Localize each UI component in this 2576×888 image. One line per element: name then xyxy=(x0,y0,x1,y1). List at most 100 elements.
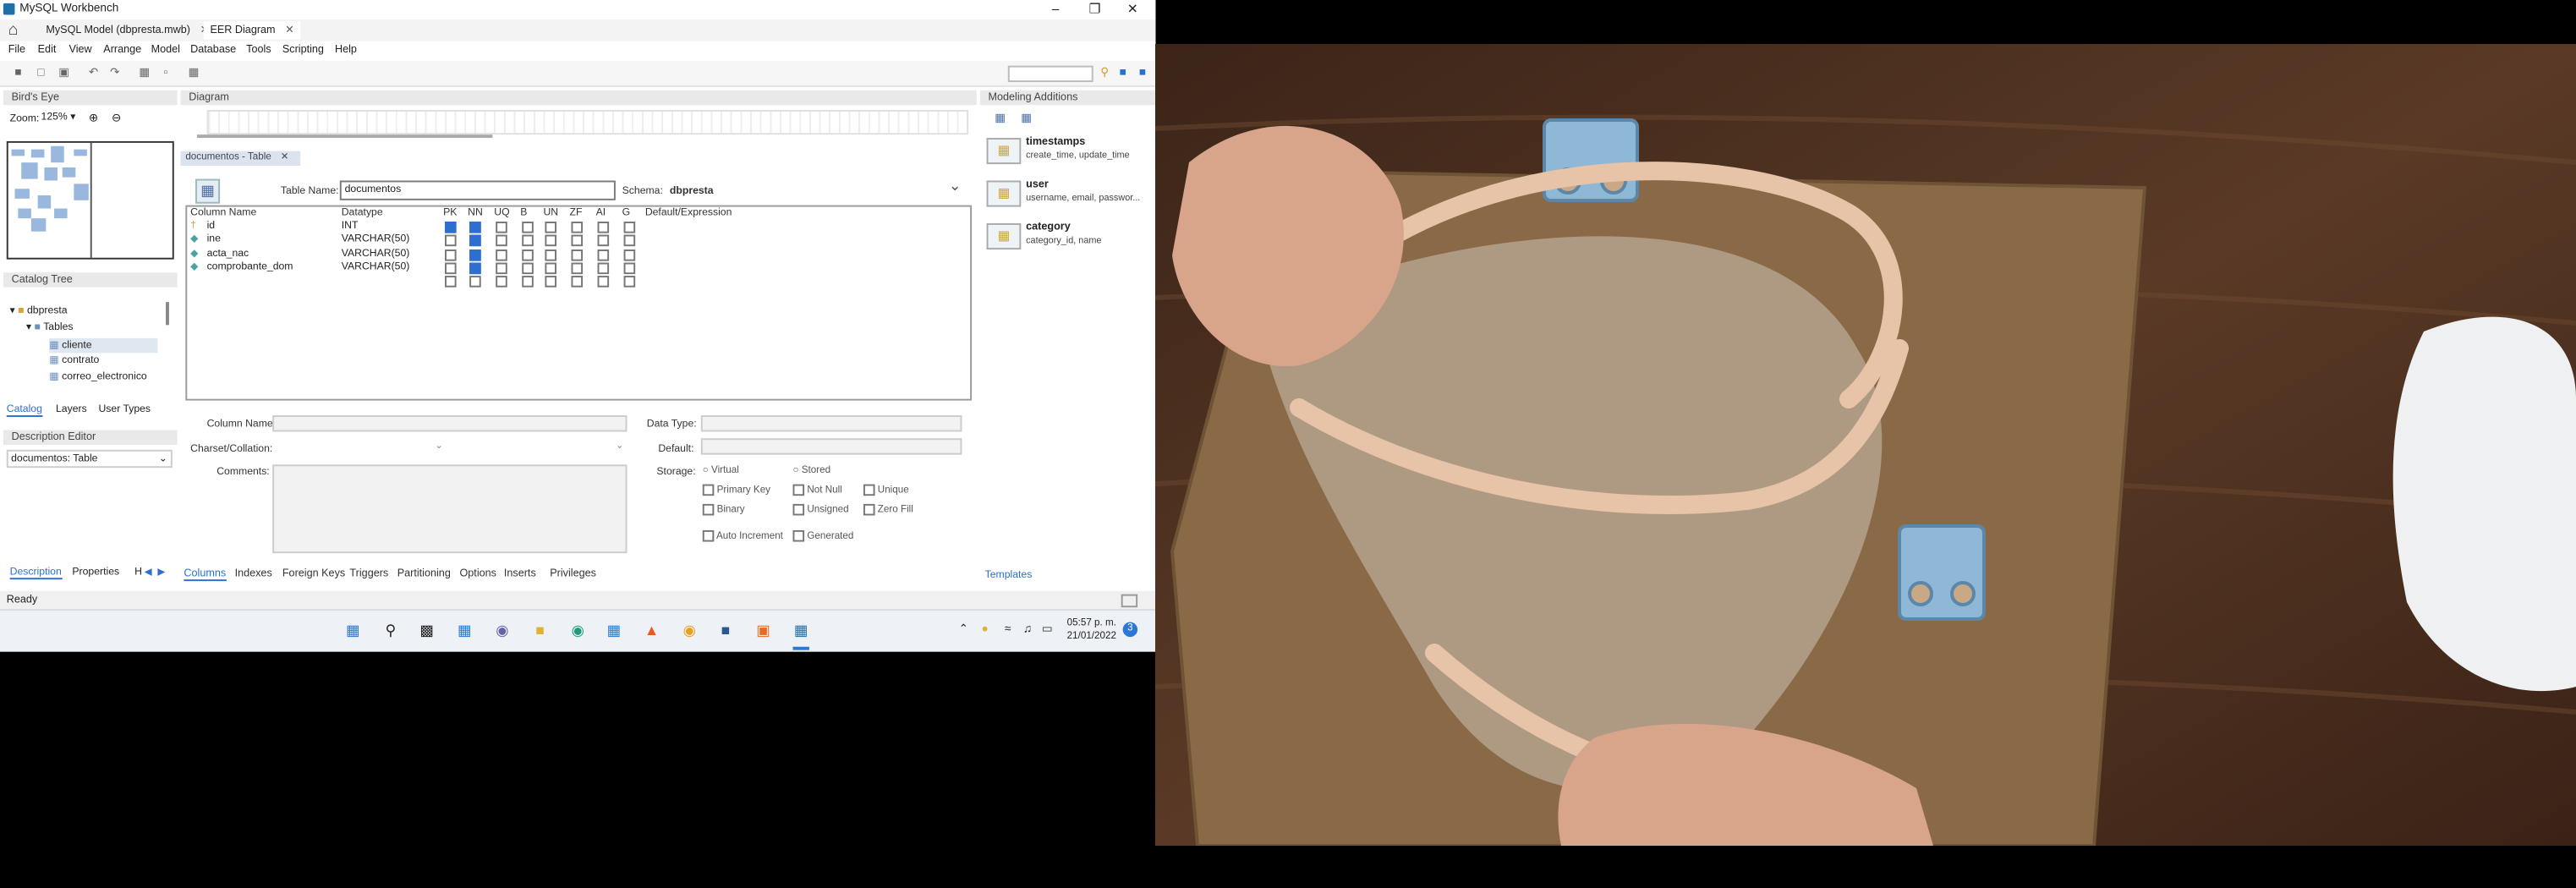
flag-checkbox[interactable] xyxy=(571,235,584,247)
chevron-up-icon[interactable]: ⌃ xyxy=(954,621,973,640)
notification-badge[interactable]: 3 xyxy=(1122,622,1138,638)
search-icon[interactable]: ⚲ xyxy=(381,621,400,640)
flag-checkbox[interactable] xyxy=(496,222,507,233)
flag-checkbox[interactable] xyxy=(522,222,534,233)
datatype-cell[interactable]: VARCHAR(50) xyxy=(342,233,410,247)
flag-checkbox[interactable] xyxy=(496,249,507,260)
flag-checkbox[interactable] xyxy=(571,276,584,288)
mysql-workbench-icon[interactable]: ▦ xyxy=(792,621,811,640)
flag-checkbox[interactable] xyxy=(597,262,610,274)
tab-options[interactable]: Options xyxy=(459,568,496,580)
tab-inserts[interactable]: Inserts xyxy=(504,568,536,580)
flag-checkbox[interactable] xyxy=(522,276,534,288)
new-icon[interactable]: ■ xyxy=(12,68,25,79)
tab-model[interactable]: MySQL Model (dbpresta.mwb)✕ xyxy=(40,21,216,39)
table-row[interactable]: ◆ comprobante_dom VARCHAR(50) xyxy=(189,260,960,274)
table-name-input[interactable]: documentos xyxy=(339,180,616,200)
tab-privileges[interactable]: Privileges xyxy=(550,568,596,580)
tab-description[interactable]: Description xyxy=(9,567,62,580)
flag-checkbox[interactable] xyxy=(469,276,481,288)
menu-arrange[interactable]: Arrange xyxy=(103,44,141,56)
task-view-icon[interactable]: ▩ xyxy=(417,621,436,640)
datatype-cell[interactable]: INT xyxy=(342,220,359,233)
snippet-icon[interactable]: ▦ xyxy=(995,112,1006,125)
flag-checkbox[interactable] xyxy=(545,235,556,247)
volume-icon[interactable]: ♫ xyxy=(1017,621,1037,640)
weather-icon[interactable]: ● xyxy=(975,621,995,640)
store-icon[interactable]: ▦ xyxy=(604,621,623,640)
flag-checkbox[interactable] xyxy=(597,276,610,288)
flag-checkbox[interactable] xyxy=(623,235,636,247)
comments-field[interactable] xyxy=(272,464,628,554)
not-null-checkbox[interactable]: Not Null xyxy=(792,484,842,496)
template-title[interactable]: timestamps xyxy=(1026,136,1085,148)
generated-checkbox[interactable]: Generated xyxy=(792,529,853,542)
tab-catalog[interactable]: Catalog xyxy=(6,403,42,418)
tab-properties[interactable]: Properties xyxy=(72,567,119,578)
wifi-icon[interactable]: ≈ xyxy=(998,621,1017,640)
table-row[interactable]: ◆ acta_nac VARCHAR(50) xyxy=(189,247,960,260)
tree-item-contrato[interactable]: ▦ contrato xyxy=(49,354,99,366)
datatype-cell[interactable]: VARCHAR(50) xyxy=(342,247,410,260)
flag-checkbox[interactable] xyxy=(545,222,556,233)
virtual-radio[interactable]: ○ Virtual xyxy=(703,466,739,476)
panel-layout-icon[interactable]: ■ xyxy=(1136,68,1149,79)
tab-foreign-keys[interactable]: Foreign Keys xyxy=(282,568,345,580)
tree-item-correo[interactable]: ▦ correo_electronico xyxy=(49,371,147,383)
menu-model[interactable]: Model xyxy=(151,44,180,56)
flag-checkbox[interactable] xyxy=(496,235,507,247)
table-row[interactable]: † id INT xyxy=(189,220,960,233)
flag-checkbox[interactable] xyxy=(597,249,610,260)
tables-node[interactable]: ▾ ■ Tables xyxy=(26,321,73,333)
home-icon[interactable]: ⌂ xyxy=(8,21,19,39)
column-name-cell[interactable]: ine xyxy=(207,233,221,247)
template-title[interactable]: user xyxy=(1026,179,1049,191)
brave-icon[interactable]: ▲ xyxy=(642,621,661,640)
undo-icon[interactable]: ↶ xyxy=(87,68,101,79)
flag-checkbox[interactable] xyxy=(623,262,636,274)
xampp-icon[interactable]: ▣ xyxy=(754,621,773,640)
data-type-field[interactable] xyxy=(700,415,962,432)
flag-checkbox[interactable] xyxy=(623,249,636,260)
collation-select[interactable]: ⌄ xyxy=(453,440,624,453)
column-name-cell[interactable]: comprobante_dom xyxy=(207,260,293,274)
tab-history[interactable]: H xyxy=(134,567,142,578)
datatype-cell[interactable]: VARCHAR(50) xyxy=(342,260,410,274)
diagram-hscroll[interactable] xyxy=(196,134,493,139)
birds-eye-preview[interactable] xyxy=(6,140,174,260)
unsigned-checkbox[interactable]: Unsigned xyxy=(792,503,849,516)
flag-checkbox[interactable] xyxy=(469,222,481,233)
flag-checkbox[interactable] xyxy=(496,262,507,274)
close-icon[interactable]: ✕ xyxy=(281,153,289,163)
template-title[interactable]: category xyxy=(1026,222,1071,233)
tab-scroll-left-icon[interactable]: ◀ xyxy=(145,567,152,578)
tab-columns[interactable]: Columns xyxy=(184,568,227,582)
flag-checkbox[interactable] xyxy=(445,249,457,260)
open-icon[interactable]: □ xyxy=(35,68,48,79)
flag-checkbox[interactable] xyxy=(445,235,457,247)
column-name-cell[interactable]: acta_nac xyxy=(207,247,249,260)
flag-checkbox[interactable] xyxy=(571,249,584,260)
binary-checkbox[interactable]: Binary xyxy=(702,503,745,516)
tab-triggers[interactable]: Triggers xyxy=(349,568,388,580)
auto-increment-checkbox[interactable]: Auto Increment xyxy=(702,529,783,542)
flag-checkbox[interactable] xyxy=(597,222,610,233)
column-name-cell[interactable]: id xyxy=(207,220,216,233)
edge-icon[interactable]: ◉ xyxy=(568,621,588,640)
flag-checkbox[interactable] xyxy=(623,276,636,288)
redo-icon[interactable]: ↷ xyxy=(108,68,122,79)
flag-checkbox[interactable] xyxy=(545,262,556,274)
flag-checkbox[interactable] xyxy=(469,262,481,274)
flag-checkbox[interactable] xyxy=(469,249,481,260)
flag-checkbox[interactable] xyxy=(522,262,534,274)
tab-layers[interactable]: Layers xyxy=(56,403,87,415)
clock[interactable]: 05:57 p. m. 21/01/2022 xyxy=(1067,617,1116,644)
flag-checkbox[interactable] xyxy=(571,262,584,274)
search-input[interactable] xyxy=(1007,65,1093,83)
page-icon[interactable]: ▦ xyxy=(187,68,200,79)
tab-scroll-right-icon[interactable]: ▶ xyxy=(157,567,165,578)
flag-checkbox[interactable] xyxy=(571,222,584,233)
template-icon[interactable]: ▦ xyxy=(1021,112,1032,125)
menu-database[interactable]: Database xyxy=(190,44,236,56)
flag-checkbox[interactable] xyxy=(445,262,457,274)
